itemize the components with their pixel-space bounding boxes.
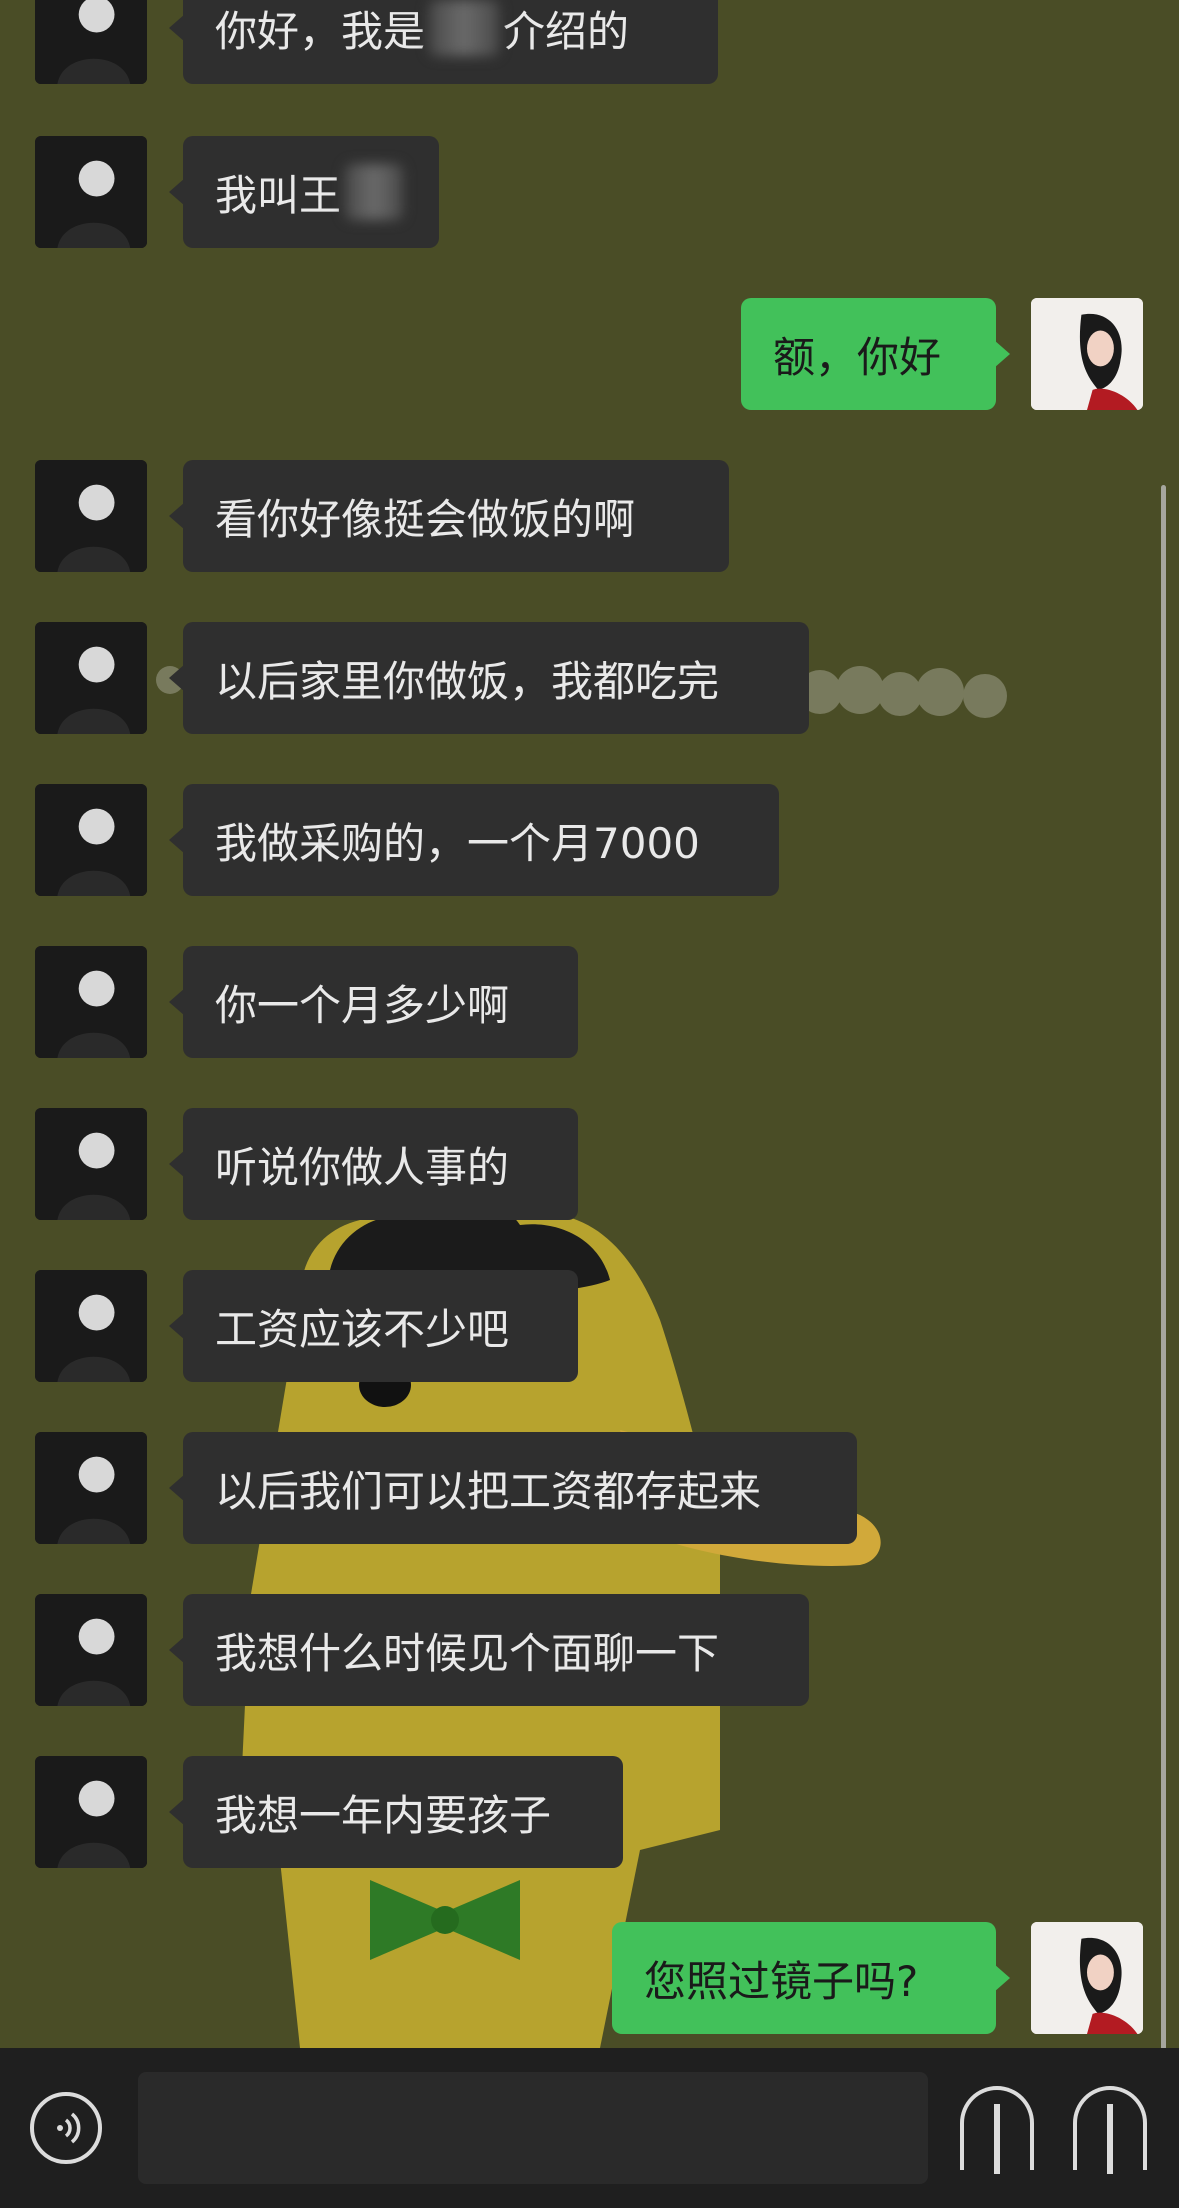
message-bubble[interactable]: 我想什么时候见个面聊一下: [169, 1594, 809, 1706]
man-avatar-icon[interactable]: [35, 0, 147, 84]
message-bubble[interactable]: 听说你做人事的: [169, 1108, 578, 1220]
message-text: 工资应该不少吧: [215, 1304, 510, 1354]
message-text: 介绍的: [503, 6, 630, 56]
message-text: 我想一年内要孩子: [215, 1790, 552, 1840]
message-bubble[interactable]: 你一个月多少啊: [169, 946, 578, 1058]
emoji-icon[interactable]: [960, 2086, 1034, 2174]
message-bubble[interactable]: 我叫王: [169, 136, 439, 248]
chat-scrollbar[interactable]: [1161, 485, 1166, 2050]
man-avatar-icon[interactable]: [35, 1108, 147, 1220]
message-bubble[interactable]: 额，你好: [741, 298, 1010, 410]
background-duck-illustration: [156, 662, 1007, 2048]
message-text: 你一个月多少啊: [215, 980, 510, 1030]
man-avatar-icon[interactable]: [35, 784, 147, 896]
message-bubble[interactable]: 以后我们可以把工资都存起来: [169, 1432, 857, 1544]
plus-icon[interactable]: [1073, 2086, 1147, 2174]
man-avatar-icon[interactable]: [35, 1432, 147, 1544]
man-avatar-icon[interactable]: [35, 622, 147, 734]
woman-avatar-icon[interactable]: [1031, 298, 1143, 410]
message-text: 您照过镜子吗?: [644, 1956, 919, 2006]
man-avatar-icon[interactable]: [35, 1270, 147, 1382]
message-text: 以后我们可以把工资都存起来: [215, 1466, 762, 1516]
message-text: 我做采购的，一个月7000: [215, 818, 700, 868]
message-text: 以后家里你做饭，我都吃完: [215, 656, 720, 706]
message-bubble[interactable]: 你好，我是 介绍的: [169, 0, 718, 84]
message-text: 看你好像挺会做饭的啊: [215, 494, 636, 544]
message-bubble[interactable]: 我做采购的，一个月7000: [169, 784, 779, 896]
voice-icon[interactable]: [30, 2092, 102, 2164]
message-bubble[interactable]: 以后家里你做饭，我都吃完: [169, 622, 809, 734]
message-text: 听说你做人事的: [215, 1142, 510, 1192]
man-avatar-icon[interactable]: [35, 136, 147, 248]
message-text: 我叫王: [215, 170, 342, 220]
man-avatar-icon[interactable]: [35, 946, 147, 1058]
man-avatar-icon[interactable]: [35, 1756, 147, 1868]
woman-avatar-icon[interactable]: [1031, 1922, 1143, 2034]
message-bubble[interactable]: 您照过镜子吗?: [612, 1922, 1010, 2034]
man-avatar-icon[interactable]: [35, 460, 147, 572]
man-avatar-icon[interactable]: [35, 1594, 147, 1706]
message-input[interactable]: [138, 2072, 928, 2184]
message-bubble[interactable]: 我想一年内要孩子: [169, 1756, 623, 1868]
redacted-name: [345, 164, 403, 220]
message-text: 你好，我是: [215, 6, 426, 56]
redacted-name: [429, 0, 500, 56]
message-text: 额，你好: [773, 332, 942, 382]
message-bubble[interactable]: 工资应该不少吧: [169, 1270, 578, 1382]
message-bubble[interactable]: 看你好像挺会做饭的啊: [169, 460, 729, 572]
message-text: 我想什么时候见个面聊一下: [215, 1628, 720, 1678]
